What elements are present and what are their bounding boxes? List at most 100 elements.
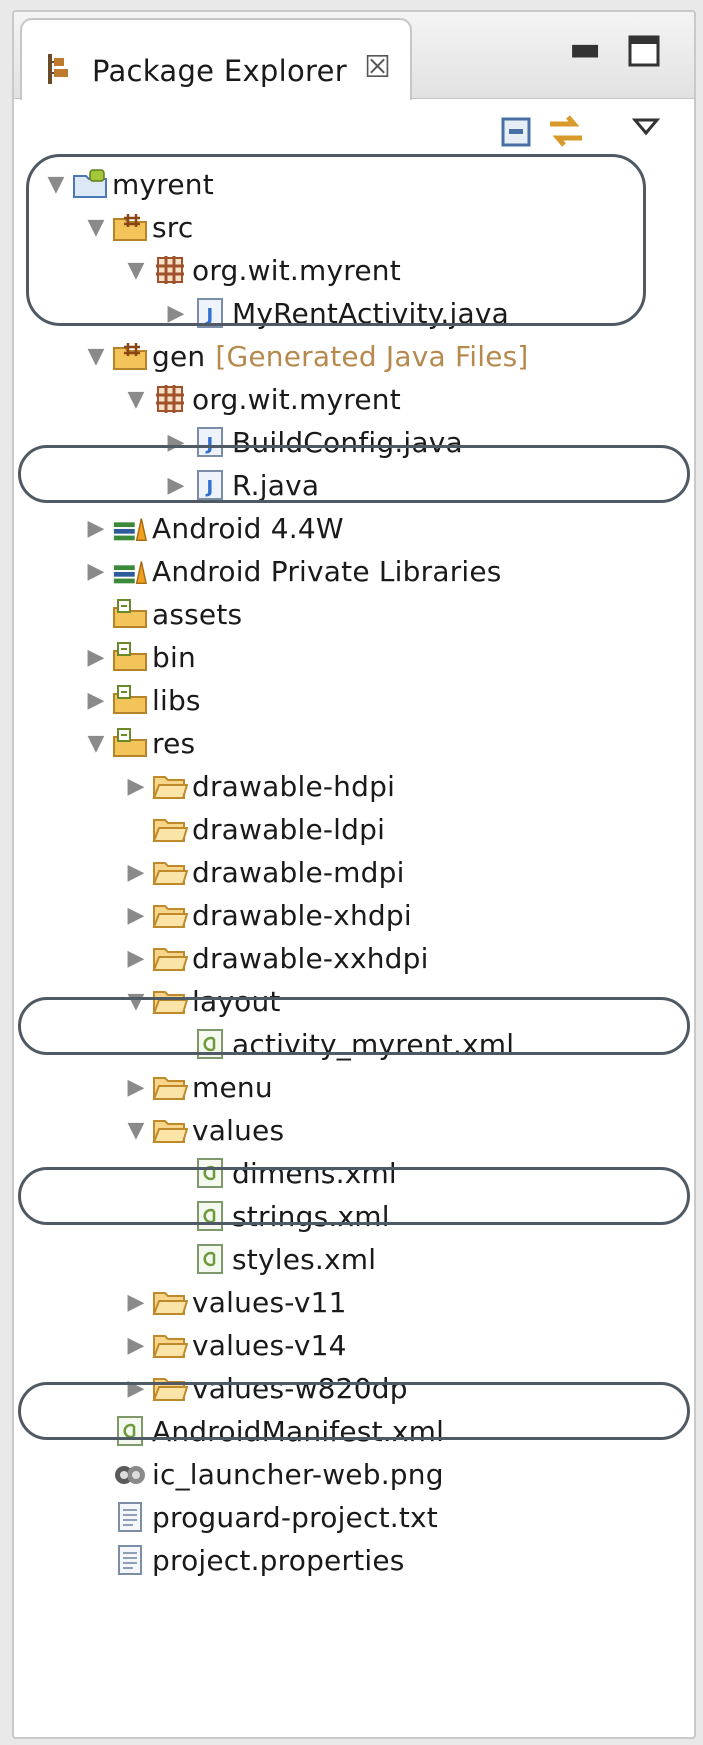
tab-title: Package Explorer: [92, 54, 347, 88]
tree-item[interactable]: activity_myrent.xml: [14, 1020, 694, 1068]
source-folder-icon: [112, 210, 148, 244]
tree-item[interactable]: ▶ Android Private Libraries: [14, 547, 694, 595]
tree-item[interactable]: ▼ src: [14, 203, 694, 251]
tree-item[interactable]: ▶ J BuildConfig.java: [14, 418, 694, 466]
collapse-arrow-icon[interactable]: ▶: [82, 643, 110, 671]
image-file-icon: [112, 1457, 148, 1491]
tree-item[interactable]: ▼ org.wit.myrent: [14, 375, 694, 423]
tree-item[interactable]: strings.xml: [14, 1192, 694, 1240]
tree-item-label: values-w820dp: [192, 1371, 408, 1405]
tree-item[interactable]: assets: [14, 590, 694, 638]
collapse-arrow-icon[interactable]: ▶: [82, 557, 110, 585]
tree-item-label: org.wit.myrent: [192, 382, 401, 416]
tree-item-label: src: [152, 210, 194, 244]
tree-item-label: menu: [192, 1070, 273, 1104]
tree-item-label: layout: [192, 984, 281, 1018]
expand-arrow-icon[interactable]: ▼: [122, 385, 150, 413]
tree-item-label: drawable-mdpi: [192, 855, 405, 889]
collapse-all-icon[interactable]: [499, 114, 533, 152]
view-menu-icon[interactable]: [631, 116, 661, 142]
tree-item-label: drawable-hdpi: [192, 769, 396, 803]
maximize-icon[interactable]: [627, 34, 661, 72]
tree-item[interactable]: ▼ res: [14, 719, 694, 767]
collapse-arrow-icon[interactable]: ▶: [122, 1374, 150, 1402]
folder-icon: [152, 812, 188, 846]
tree-item[interactable]: ic_launcher-web.png: [14, 1450, 694, 1498]
tree-item[interactable]: ▼ org.wit.myrent: [14, 246, 694, 294]
tree-item[interactable]: ▶ drawable-hdpi: [14, 762, 694, 810]
folder-icon: [152, 1285, 188, 1319]
expand-arrow-icon[interactable]: ▼: [122, 987, 150, 1015]
tree-item-label: myrent: [112, 167, 214, 201]
tree-item[interactable]: ▶ drawable-xxhdpi: [14, 934, 694, 982]
tree-item[interactable]: ▶ J R.java: [14, 461, 694, 509]
folder-icon: [152, 941, 188, 975]
tree-item[interactable]: ▼ values: [14, 1106, 694, 1154]
tree-item[interactable]: ▶ values-w820dp: [14, 1364, 694, 1412]
xml-file-icon: [192, 1156, 228, 1190]
tree-item-label: MyRentActivity.java: [232, 296, 509, 330]
expand-arrow-icon[interactable]: ▼: [122, 1116, 150, 1144]
package-explorer-icon: [44, 52, 78, 90]
tree-item[interactable]: ▶ Android 4.4W: [14, 504, 694, 552]
collapse-arrow-icon[interactable]: ▶: [122, 901, 150, 929]
tree-item-label: res: [152, 726, 196, 760]
collapse-arrow-icon[interactable]: ▶: [162, 428, 190, 456]
view-toolbar: [14, 100, 694, 160]
tree-item[interactable]: drawable-ldpi: [14, 805, 694, 853]
tree-item[interactable]: dimens.xml: [14, 1149, 694, 1197]
collapse-arrow-icon[interactable]: ▶: [122, 858, 150, 886]
collapse-arrow-icon[interactable]: ▶: [162, 299, 190, 327]
collapse-arrow-icon[interactable]: ▶: [122, 944, 150, 972]
tree-item[interactable]: AndroidManifest.xml: [14, 1407, 694, 1455]
tree-item[interactable]: ▶ values-v11: [14, 1278, 694, 1326]
folder-icon: [152, 1070, 188, 1104]
java-file-icon: J: [192, 425, 228, 459]
close-icon[interactable]: ☒: [364, 50, 391, 85]
tree-item-label: AndroidManifest.xml: [152, 1414, 445, 1448]
tree-item[interactable]: styles.xml: [14, 1235, 694, 1283]
collapse-arrow-icon[interactable]: ▶: [122, 1331, 150, 1359]
collapse-arrow-icon[interactable]: ▶: [82, 686, 110, 714]
tree-item-label: org.wit.myrent: [192, 253, 401, 287]
text-file-icon: [112, 1500, 148, 1534]
tree-item-label: values-v14: [192, 1328, 347, 1362]
tree-item[interactable]: ▶ values-v14: [14, 1321, 694, 1369]
folder-icon: [152, 855, 188, 889]
collapse-arrow-icon[interactable]: ▶: [122, 1073, 150, 1101]
tree-item[interactable]: ▶ J MyRentActivity.java: [14, 289, 694, 337]
minimize-icon[interactable]: ▬: [569, 32, 601, 66]
expand-arrow-icon[interactable]: ▼: [82, 342, 110, 370]
tree-item[interactable]: ▶ drawable-xhdpi: [14, 891, 694, 939]
tree-item[interactable]: ▶ bin: [14, 633, 694, 681]
collapse-arrow-icon[interactable]: ▶: [122, 1288, 150, 1316]
collapse-arrow-icon[interactable]: ▶: [122, 772, 150, 800]
tree-item-label: R.java: [232, 468, 320, 502]
link-with-editor-icon[interactable]: [546, 112, 586, 154]
expand-arrow-icon[interactable]: ▼: [42, 170, 70, 198]
collapse-arrow-icon[interactable]: ▶: [82, 514, 110, 542]
expand-arrow-icon[interactable]: ▼: [82, 213, 110, 241]
tree-item[interactable]: ▶ menu: [14, 1063, 694, 1111]
android-folder-icon: [112, 726, 148, 760]
collapse-arrow-icon[interactable]: ▶: [162, 471, 190, 499]
tab-package-explorer[interactable]: Package Explorer ☒: [20, 18, 412, 106]
tree-item[interactable]: project.properties: [14, 1536, 694, 1584]
tree-item[interactable]: proguard-project.txt: [14, 1493, 694, 1541]
tree-item[interactable]: ▶ drawable-mdpi: [14, 848, 694, 896]
tree-item[interactable]: ▶ libs: [14, 676, 694, 724]
source-folder-icon: [112, 339, 148, 373]
tree-item-label: strings.xml: [232, 1199, 390, 1233]
tree-item[interactable]: ▼ layout: [14, 977, 694, 1025]
tree-item-label: project.properties: [152, 1543, 405, 1577]
tree-item[interactable]: ▼ myrent: [14, 160, 694, 208]
expand-arrow-icon[interactable]: ▼: [122, 256, 150, 284]
expand-arrow-icon[interactable]: ▼: [82, 729, 110, 757]
tree-item[interactable]: ▼ gen [Generated Java Files]: [14, 332, 694, 380]
svg-text:J: J: [205, 434, 214, 455]
